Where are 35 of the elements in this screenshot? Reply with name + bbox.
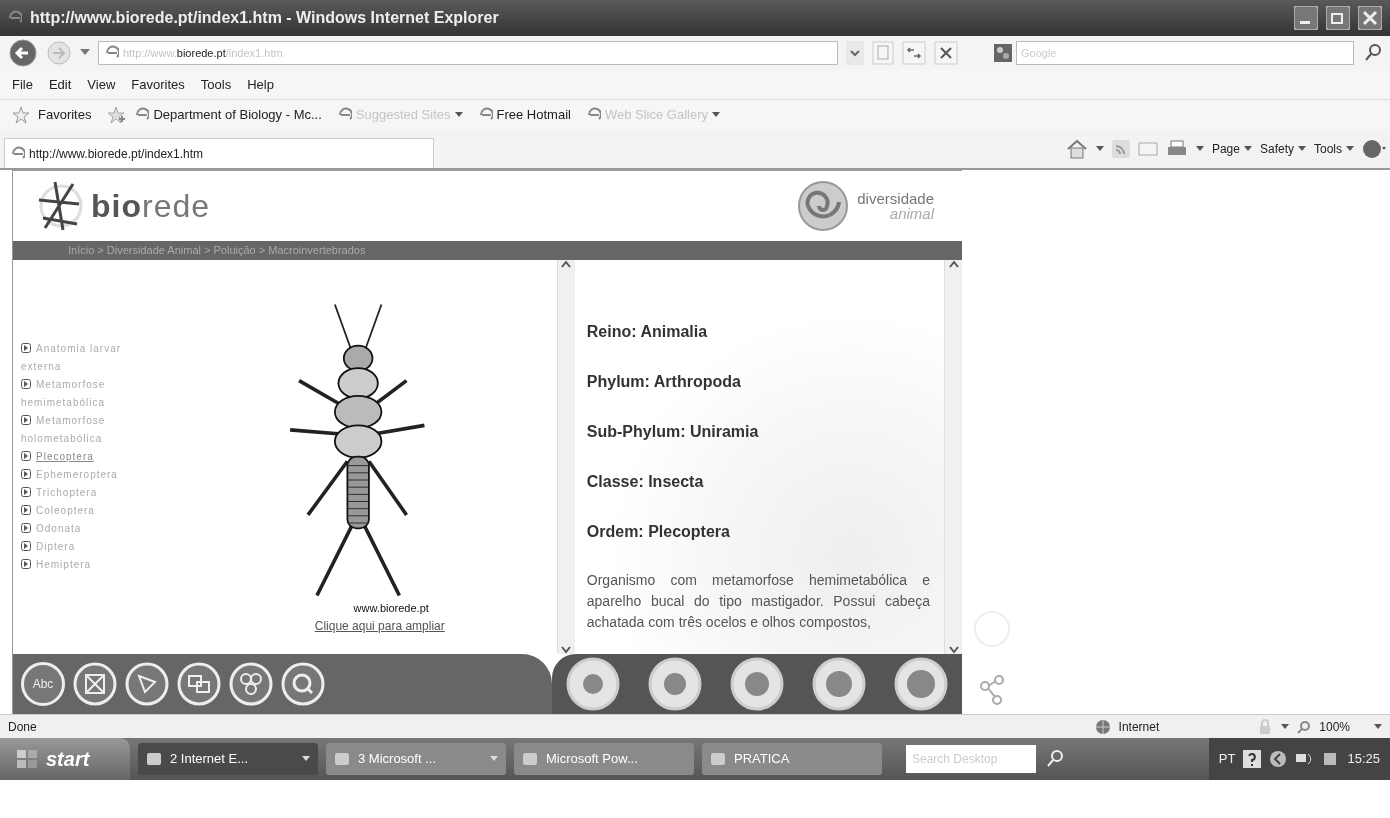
menu-item[interactable]: View — [87, 74, 116, 95]
favorites-button[interactable]: Favorites — [38, 105, 92, 125]
taskbar-button[interactable]: 2 Internet E... — [138, 743, 318, 775]
address-field[interactable]: http://www.biorede.pt/index1.htm — [98, 41, 838, 65]
clock: 15:25 — [1347, 750, 1380, 769]
site-logo: biorede — [91, 186, 211, 226]
taxonomy-line: Reino: Animalia — [586, 322, 709, 343]
language-indicator[interactable]: PT — [1218, 749, 1236, 769]
taxonomy-line: Classe: Insecta — [586, 472, 705, 493]
status-text: Done — [8, 718, 38, 736]
menu-item[interactable]: Help — [247, 74, 274, 95]
enlarge-link[interactable]: Clique aqui para ampliar — [314, 616, 445, 635]
browser-tab[interactable]: http://www.biorede.pt/index1.htm — [4, 138, 434, 168]
url-text: http://www.biorede.pt/index1.htm — [123, 45, 283, 61]
taxonomy-line: Phylum: Arthropoda — [586, 372, 742, 393]
window-title: http://www.biorede.pt/index1.htm - Windows Internet Explorer — [30, 8, 500, 28]
security-zone: Internet — [1118, 718, 1160, 736]
favorite-link[interactable]: Free Hotmail — [478, 105, 571, 125]
start-button[interactable]: start — [0, 738, 130, 780]
menu-item[interactable]: Edit — [48, 74, 72, 95]
zoom-level[interactable]: 100% — [1319, 717, 1350, 736]
favorite-link[interactable]: Department of Biology - Mc... — [135, 105, 322, 125]
command-menu[interactable]: Safety — [1259, 140, 1306, 158]
menu-item[interactable]: Favorites — [131, 74, 185, 95]
nav-link[interactable]: Plecoptera — [21, 448, 163, 467]
taxonomy-line: Sub-Phylum: Uniramia — [586, 422, 760, 443]
command-menu[interactable]: Page — [1211, 140, 1252, 158]
text-tool-button[interactable]: Abc — [21, 662, 65, 707]
description-text: Organismo com metamorfose hemimetabólica e aparelho bucal do tipo mastigador. Possui cabeça achatada com três ocelos e olhos compostos, — [586, 571, 931, 633]
brand-title: diversidade animal — [857, 190, 934, 221]
image-credit: www.biorede.pt — [353, 601, 430, 617]
menu-item[interactable]: Tools — [200, 74, 232, 95]
menu-item[interactable]: File — [12, 74, 33, 95]
taxonomy-line: Ordem: Plecoptera — [586, 522, 731, 543]
command-menu[interactable]: Tools — [1314, 140, 1354, 158]
